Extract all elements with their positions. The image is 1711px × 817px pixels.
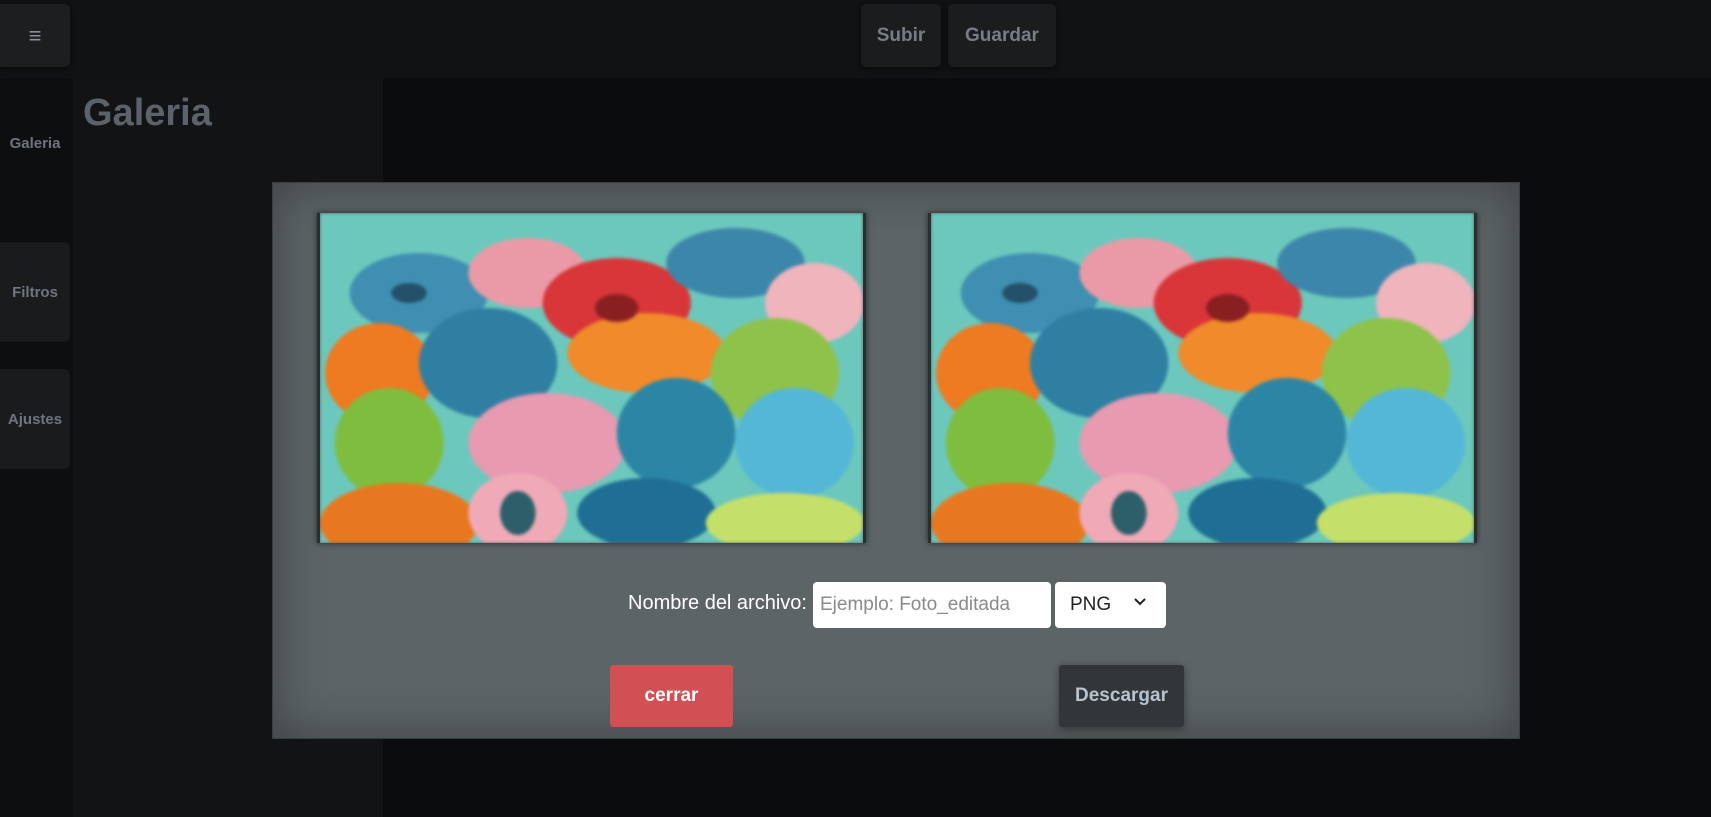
chevron-down-icon xyxy=(1134,598,1146,606)
hamburger-icon: ≡ xyxy=(28,22,42,48)
format-select[interactable]: PNG xyxy=(1055,582,1166,628)
sidebar: Galeria Filtros Ajustes xyxy=(0,78,73,817)
edited-image xyxy=(928,213,1477,543)
download-button[interactable]: Descargar xyxy=(1059,665,1184,727)
filename-label: Nombre del archivo: xyxy=(628,592,807,614)
menu-button[interactable]: ≡ xyxy=(0,4,70,67)
numbers-photo-edited xyxy=(931,213,1474,543)
sidebar-item-galeria[interactable]: Galeria xyxy=(0,118,70,168)
top-bar: ≡ Subir Guardar xyxy=(0,0,1711,78)
format-select-value: PNG xyxy=(1070,594,1112,615)
page-title: Galeria xyxy=(83,92,212,134)
save-dialog: Nombre del archivo: PNG cerrar Descargar xyxy=(272,182,1520,739)
sidebar-item-filtros[interactable]: Filtros xyxy=(0,242,70,342)
close-button[interactable]: cerrar xyxy=(610,665,733,727)
app-window: ≡ Subir Guardar Galeria Filtros Ajustes … xyxy=(0,0,1711,817)
filename-input[interactable] xyxy=(813,582,1051,628)
upload-button[interactable]: Subir xyxy=(861,4,941,67)
save-button[interactable]: Guardar xyxy=(948,4,1056,67)
sidebar-item-ajustes[interactable]: Ajustes xyxy=(0,369,70,469)
numbers-photo-original xyxy=(320,213,863,543)
original-image xyxy=(317,213,866,543)
